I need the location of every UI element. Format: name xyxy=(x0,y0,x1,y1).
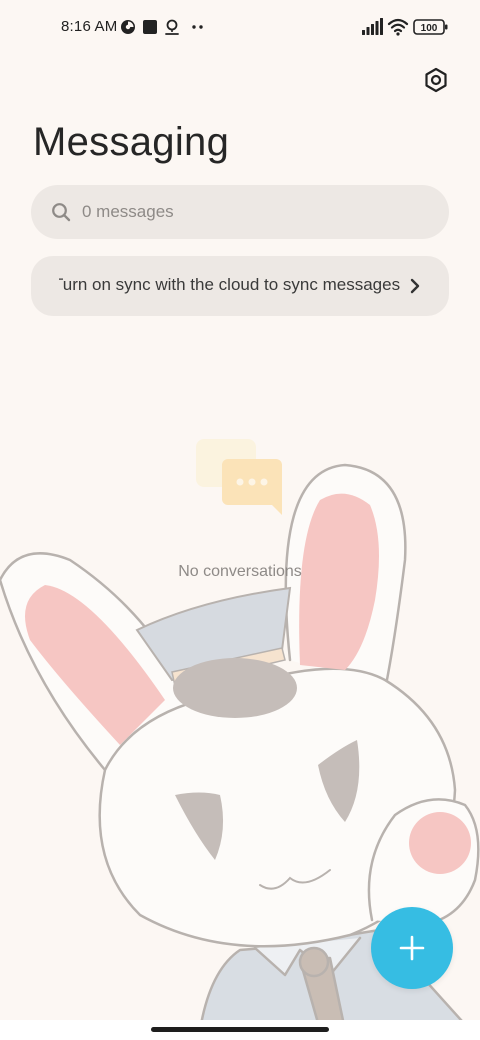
location-badge-icon xyxy=(165,19,179,35)
settings-button[interactable] xyxy=(420,64,452,96)
more-dots-icon xyxy=(192,25,203,29)
chevron-right-icon xyxy=(410,278,420,294)
home-indicator[interactable] xyxy=(151,1027,329,1032)
status-right-icons: 100 xyxy=(362,18,448,36)
status-bar: 8:16 AM 100 xyxy=(0,0,480,56)
sync-banner[interactable]: Turn on sync with the cloud to sync mess… xyxy=(31,256,449,316)
square-notification-icon xyxy=(143,20,157,34)
search-bar[interactable]: 0 messages xyxy=(31,185,449,239)
battery-level: 100 xyxy=(421,23,438,34)
search-icon xyxy=(51,202,71,222)
empty-state-text: No conversations xyxy=(178,563,302,580)
status-time: 8:16 AM xyxy=(61,18,118,35)
new-conversation-button[interactable] xyxy=(371,907,453,989)
signal-icon xyxy=(362,18,383,35)
chat-bubbles-icon xyxy=(196,439,282,515)
status-left-icons xyxy=(121,19,203,35)
battery-icon: 100 xyxy=(413,19,448,35)
data-saver-icon xyxy=(121,20,135,34)
search-placeholder: 0 messages xyxy=(82,202,174,221)
wifi-icon xyxy=(387,18,409,33)
sync-banner-text: Turn on sync with the cloud to sync mess… xyxy=(59,275,401,294)
plus-icon xyxy=(399,935,425,961)
page-title: Messaging xyxy=(33,120,230,164)
settings-hex-icon xyxy=(425,67,447,93)
